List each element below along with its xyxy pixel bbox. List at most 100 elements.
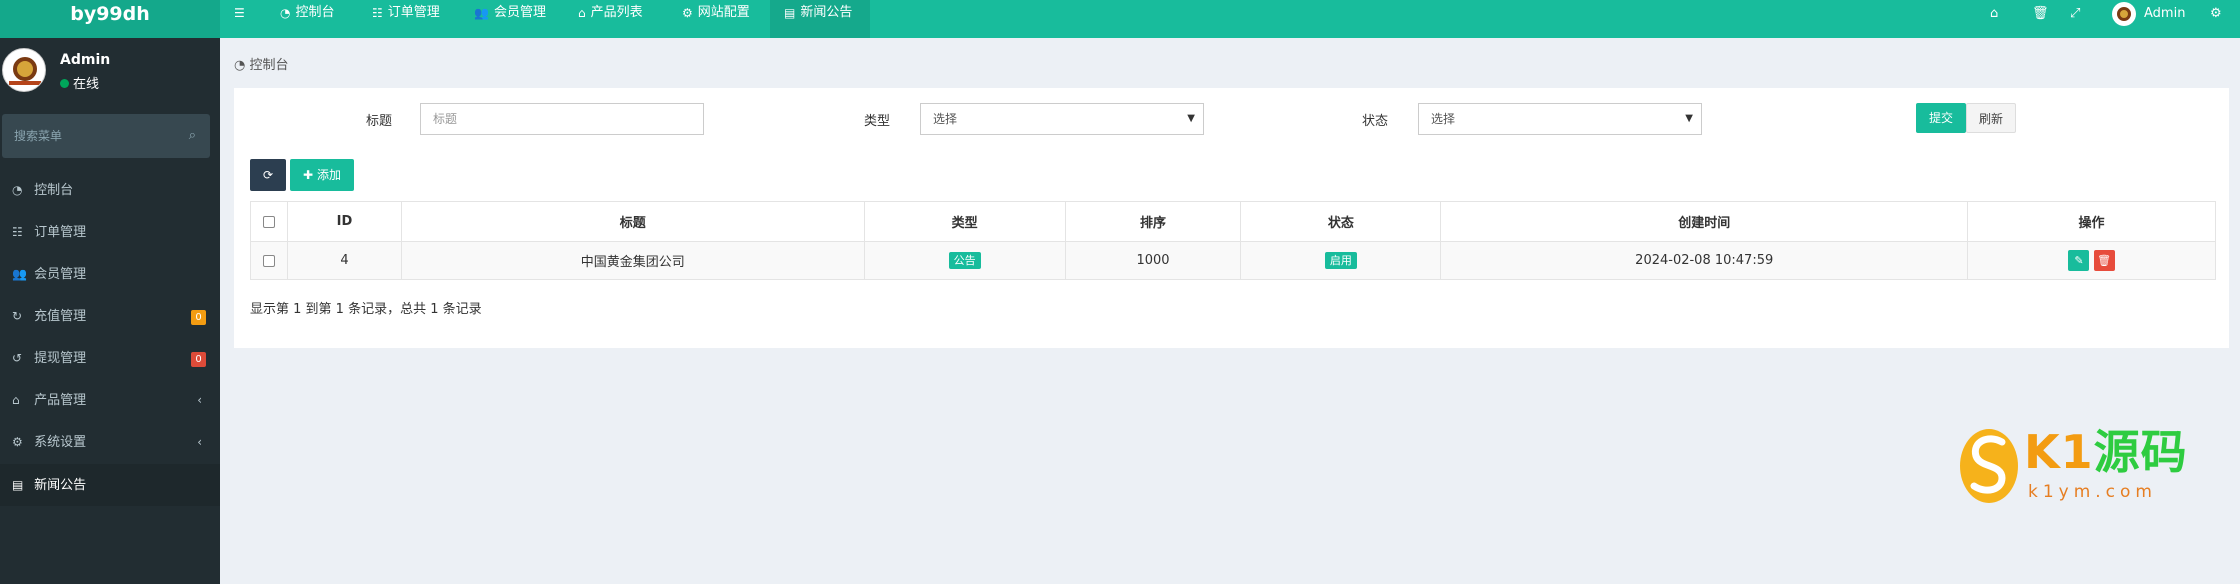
status-filter-select[interactable]: 选择 ▼ [1418, 103, 1702, 135]
trash-icon: 🗑 [2097, 254, 2112, 267]
user-avatar [2, 48, 46, 92]
reset-button[interactable]: 刷新 [1966, 103, 2016, 133]
column-header-created[interactable]: 创建时间 [1440, 201, 1969, 242]
main-panel: 标题 标题 类型 选择 ▼ 状态 选择 ▼ 提交 刷新 ⟳ ✚ 添加 ID 标题… [234, 88, 2229, 348]
column-header-type[interactable]: 类型 [863, 201, 1066, 242]
sidebar: Admin 在线 ⌕ ◔ 控制台 ☷ 订单管理 👥 会员管理 ↻ 充值管理 0 … [0, 38, 220, 584]
topnav-products[interactable]: ⌂ 产品列表 [578, 0, 643, 38]
sidebar-item-recharge[interactable]: ↻ 充值管理 0 [0, 295, 220, 337]
dashboard-icon: ◔ [234, 58, 246, 73]
watermark-s-icon [1960, 429, 2018, 503]
column-header-id[interactable]: ID [286, 201, 402, 242]
topnav-products-label: 产品列表 [590, 5, 643, 20]
sidebar-item-label: 充值管理 [34, 309, 87, 324]
app-logo[interactable]: by99dh [0, 0, 220, 38]
news-table: ID 标题 类型 排序 状态 创建时间 操作 4 中国黄金集团公司 公告 100… [250, 201, 2216, 280]
sidebar-search: ⌕ [2, 114, 210, 158]
watermark-url: k1ym.com [2028, 482, 2157, 502]
type-filter-select[interactable]: 选择 ▼ [920, 103, 1204, 135]
recharge-count-badge: 0 [191, 310, 206, 325]
users-icon: 👥 [474, 6, 489, 20]
sidebar-item-orders[interactable]: ☷ 订单管理 [0, 211, 220, 253]
watermark-title: K1源码 [2024, 424, 2188, 480]
list-icon: ☷ [12, 225, 23, 239]
home-icon: ⌂ [1990, 6, 1999, 21]
topnav-news[interactable]: ▤ 新闻公告 [770, 0, 870, 38]
title-filter-input[interactable]: 标题 [420, 103, 704, 135]
select-all-cell [250, 201, 288, 242]
sidebar-item-news[interactable]: ▤ 新闻公告 [0, 464, 220, 506]
sidebar-item-label: 订单管理 [34, 225, 87, 240]
fullscreen-button[interactable]: ⤢ [2070, 0, 2080, 28]
topnav-orders[interactable]: ☷ 订单管理 [372, 0, 440, 38]
type-filter-label: 类型 [864, 114, 891, 129]
cell-sort: 1000 [1064, 241, 1242, 280]
status-filter-label: 状态 [1362, 114, 1389, 129]
breadcrumb-label: 控制台 [249, 58, 289, 73]
home-button[interactable]: ⌂ [1990, 0, 1998, 28]
admin-label: Admin [2144, 6, 2186, 21]
topnav-dashboard[interactable]: ◔ 控制台 [280, 0, 335, 38]
search-icon[interactable]: ⌕ [189, 128, 196, 143]
refresh-button[interactable]: ⟳ [250, 159, 286, 191]
sidebar-item-withdraw[interactable]: ↺ 提现管理 0 [0, 337, 220, 379]
type-badge: 公告 [948, 252, 981, 269]
sidebar-item-members[interactable]: 👥 会员管理 [0, 253, 220, 295]
cell-id: 4 [286, 241, 402, 280]
chevron-left-icon: ‹ [197, 435, 202, 449]
list-icon: ☷ [372, 6, 383, 20]
avatar [2112, 2, 2136, 26]
user-status: 在线 [60, 73, 99, 92]
trash-icon: 🗑 [2032, 6, 2049, 21]
select-all-checkbox[interactable] [262, 215, 275, 228]
delete-button[interactable]: 🗑 [2093, 250, 2115, 271]
plus-icon: ✚ [303, 168, 314, 182]
caret-down-icon: ▼ [1685, 113, 1693, 124]
top-navbar: by99dh ☰ ◔ 控制台 ☷ 订单管理 👥 会员管理 ⌂ 产品列表 ⚙ 网站… [0, 0, 2240, 38]
recharge-icon: ↻ [12, 309, 23, 323]
product-icon: ⌂ [578, 6, 586, 20]
edit-button[interactable]: ✎ [2068, 250, 2090, 271]
cogs-icon: ⚙ [12, 435, 23, 449]
sidebar-item-settings[interactable]: ⚙ 系统设置 ‹ [0, 421, 220, 463]
cell-status: 启用 [1240, 241, 1442, 280]
topnav-news-label: 新闻公告 [800, 5, 853, 20]
news-icon: ▤ [784, 6, 796, 20]
sidebar-toggle-button[interactable]: ☰ [234, 0, 250, 38]
topnav-members-label: 会员管理 [493, 5, 546, 20]
column-header-actions: 操作 [1967, 201, 2216, 242]
user-name: Admin [60, 52, 111, 68]
row-checkbox[interactable] [262, 254, 275, 267]
dashboard-icon: ◔ [12, 183, 23, 197]
submit-button[interactable]: 提交 [1916, 103, 1966, 133]
clear-cache-button[interactable]: 🗑 [2032, 0, 2049, 28]
dashboard-icon: ◔ [280, 6, 291, 20]
column-header-status[interactable]: 状态 [1240, 201, 1442, 242]
user-menu[interactable]: Admin [2112, 0, 2185, 28]
caret-down-icon: ▼ [1187, 113, 1195, 124]
sidebar-search-input[interactable] [2, 114, 172, 158]
status-filter-value: 选择 [1431, 112, 1456, 126]
cell-type: 公告 [863, 241, 1066, 280]
table-header-row: ID 标题 类型 排序 状态 创建时间 操作 [250, 201, 2216, 242]
fullscreen-icon: ⤢ [2070, 6, 2081, 21]
breadcrumb[interactable]: ◔ 控制台 [234, 54, 289, 73]
add-button-label: 添加 [316, 168, 341, 182]
users-icon: 👥 [12, 267, 27, 281]
column-header-sort[interactable]: 排序 [1064, 201, 1242, 242]
add-button[interactable]: ✚ 添加 [290, 159, 354, 191]
topnav-members[interactable]: 👥 会员管理 [474, 0, 546, 38]
sidebar-item-label: 系统设置 [34, 435, 87, 450]
row-select-cell [250, 241, 288, 280]
topnav-site-config-label: 网站配置 [697, 5, 750, 20]
online-dot-icon [60, 79, 69, 88]
topnav-dashboard-label: 控制台 [295, 5, 335, 20]
sidebar-item-label: 新闻公告 [34, 478, 87, 493]
column-header-title[interactable]: 标题 [400, 201, 865, 242]
settings-button[interactable]: ⚙ [2210, 0, 2222, 28]
withdraw-count-badge: 0 [191, 352, 206, 367]
topnav-site-config[interactable]: ⚙ 网站配置 [682, 0, 750, 38]
sidebar-item-products[interactable]: ⌂ 产品管理 ‹ [0, 379, 220, 421]
sidebar-item-dashboard[interactable]: ◔ 控制台 [0, 169, 220, 211]
cogs-icon: ⚙ [682, 6, 693, 20]
